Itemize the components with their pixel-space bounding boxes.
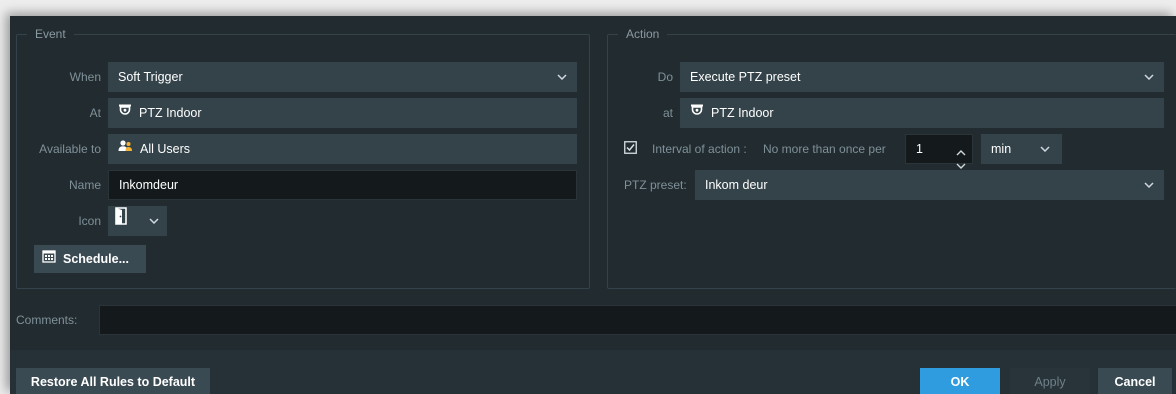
interval-text: No more than once per: [763, 142, 886, 156]
apply-button[interactable]: Apply: [1010, 368, 1090, 394]
dialog-footer: Restore All Rules to Default OK Apply Ca…: [10, 350, 1176, 394]
event-group-title: Event: [27, 27, 74, 41]
ptz-preset-label: PTZ preset:: [624, 178, 687, 192]
comments-row: Comments:: [10, 304, 1176, 336]
chevron-down-icon: [1144, 170, 1154, 200]
action-group-title: Action: [618, 27, 668, 41]
door-icon: [114, 206, 130, 236]
when-dropdown[interactable]: Soft Trigger: [108, 62, 577, 92]
ptz-camera-icon: [118, 98, 132, 128]
interval-spinbox[interactable]: 1: [905, 134, 973, 169]
when-label: When: [69, 70, 101, 84]
action-at-device-field[interactable]: PTZ Indoor: [680, 98, 1164, 128]
comments-input[interactable]: [99, 305, 1176, 335]
event-group: Event When Soft Trigger At PTZ Indoor Av…: [16, 27, 590, 289]
interval-checkbox[interactable]: [624, 141, 637, 157]
ptz-preset-value: Inkom deur: [705, 178, 768, 192]
available-to-field[interactable]: All Users: [108, 134, 577, 164]
ptz-camera-icon: [690, 98, 704, 128]
when-value: Soft Trigger: [118, 70, 183, 84]
do-label: Do: [657, 70, 673, 84]
cancel-button[interactable]: Cancel: [1098, 368, 1172, 394]
at-label: At: [89, 106, 101, 120]
schedule-label: Schedule...: [63, 252, 129, 266]
restore-defaults-button[interactable]: Restore All Rules to Default: [16, 368, 210, 394]
at-device-field[interactable]: PTZ Indoor: [108, 98, 577, 128]
do-value: Execute PTZ preset: [690, 70, 801, 84]
do-dropdown[interactable]: Execute PTZ preset: [680, 62, 1164, 92]
action-at-device-value: PTZ Indoor: [711, 106, 774, 120]
action-group: Action Do Execute PTZ preset at PTZ Indo…: [607, 27, 1176, 289]
users-icon: [118, 134, 133, 164]
schedule-button[interactable]: Schedule...: [34, 245, 146, 273]
comments-label: Comments:: [16, 313, 78, 327]
interval-unit-dropdown[interactable]: min: [981, 134, 1062, 164]
name-label: Name: [68, 178, 101, 192]
ok-button[interactable]: OK: [920, 368, 1000, 394]
ptz-preset-dropdown[interactable]: Inkom deur: [695, 170, 1164, 200]
name-input[interactable]: Inkomdeur: [108, 170, 577, 200]
chevron-down-icon: [557, 62, 567, 92]
icon-label: Icon: [78, 214, 101, 228]
calendar-icon: [42, 245, 56, 273]
chevron-down-icon: [149, 206, 159, 236]
available-to-label: Available to: [39, 142, 101, 156]
at-device-value: PTZ Indoor: [139, 106, 202, 120]
interval-label: Interval of action :: [652, 142, 747, 156]
rule-editor-dialog: Event When Soft Trigger At PTZ Indoor Av…: [10, 16, 1176, 394]
interval-unit-value: min: [991, 142, 1012, 156]
icon-picker[interactable]: [108, 206, 167, 236]
chevron-down-icon: [1144, 62, 1154, 92]
interval-value: 1: [916, 142, 923, 156]
action-at-label: at: [662, 106, 673, 120]
chevron-down-icon: [1040, 134, 1050, 164]
available-to-value: All Users: [140, 142, 191, 156]
